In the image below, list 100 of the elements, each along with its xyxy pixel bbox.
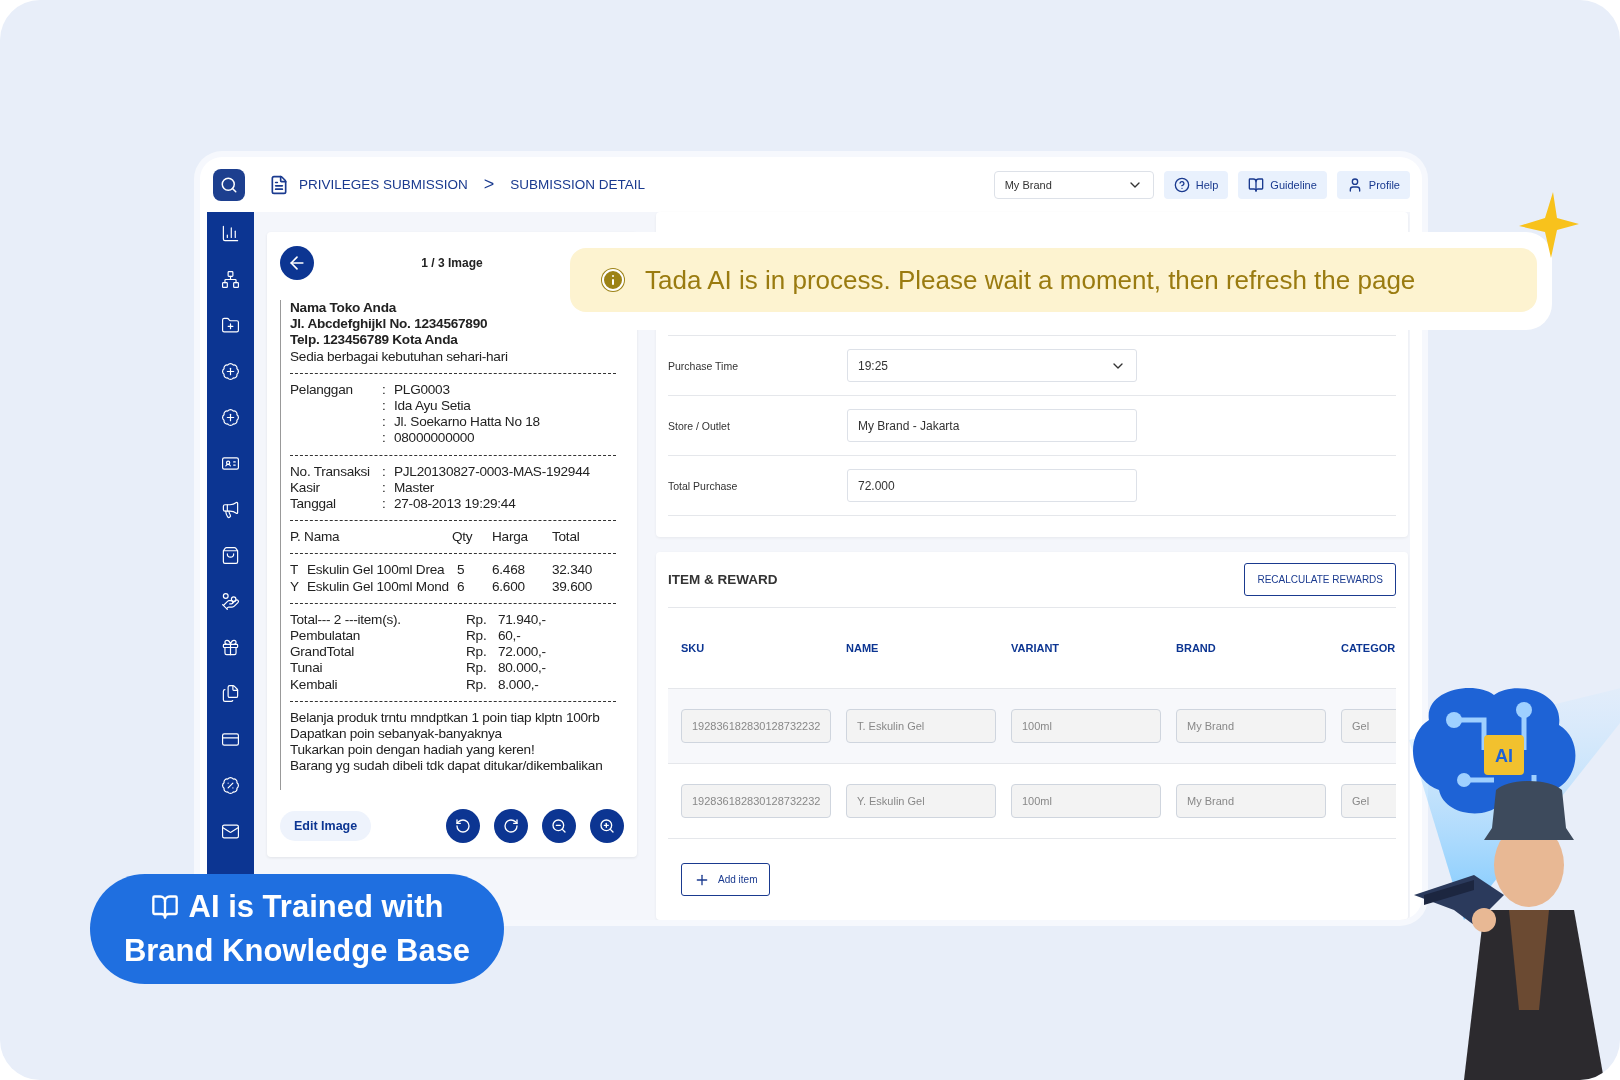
receipt-colon: :	[382, 496, 387, 513]
hierarchy-icon[interactable]	[221, 270, 240, 289]
receipt-line: Sedia berbagai kebutuhan sehari-hari	[290, 348, 509, 365]
receipt-item-text: 6.600	[492, 578, 526, 595]
receipt-currency: Rp.	[466, 611, 488, 629]
recalculate-button[interactable]: RECALCULATE REWARDS	[1244, 563, 1396, 596]
time-select[interactable]: 19:25	[847, 349, 1137, 382]
receipt-label: Tunai	[290, 660, 324, 677]
chip-label: AI	[1495, 746, 1513, 766]
column-heading: BRAND	[1176, 642, 1217, 654]
receipt-line: Dapatkan poin sebanyak-banyaknya	[290, 726, 503, 743]
section-title: ITEM & REWARD	[668, 572, 778, 587]
zoom-in-button[interactable]	[590, 809, 624, 843]
receipt-label: GrandTotal	[290, 644, 355, 661]
receipt-label: Total--- 2 ---item(s).	[290, 611, 402, 629]
receipt-label: Kembali	[290, 676, 339, 693]
column-heading: VARIANT	[1011, 642, 1061, 654]
field-label: Total Purchase	[668, 479, 739, 492]
receipt-column-heading: Qty	[452, 529, 474, 546]
receipt-line: Belanja produk trntu mndptkan 1 poin tiap klptn 100rb	[290, 709, 601, 727]
id-card-icon[interactable]	[221, 454, 240, 473]
sparkle-icon	[1519, 192, 1579, 258]
field-label: Store / Outlet	[668, 419, 731, 432]
receipt-colon: :	[382, 479, 387, 497]
receipt-line: Nama Toko Anda	[290, 300, 398, 317]
receipt-label: Pembulatan	[290, 628, 362, 645]
documents-icon[interactable]	[221, 684, 240, 703]
receipt-column-heading: Harga	[492, 529, 529, 546]
logo-icon[interactable]	[213, 168, 245, 201]
receipt-column-heading: P. Nama	[290, 529, 341, 546]
receipt-amount: 72.000,-	[498, 644, 547, 661]
breadcrumb-link[interactable]: SUBMISSION DETAIL	[510, 177, 646, 192]
rotate-right-icon	[503, 818, 519, 834]
receipt-currency: Rp.	[466, 628, 488, 645]
receipt-value: 08000000000	[394, 430, 476, 447]
receipt-colon: :	[382, 430, 387, 447]
column-heading: CATEGOR	[1341, 642, 1396, 654]
receipt-value: Ida Ayu Setia	[394, 398, 472, 415]
input-field[interactable]: My Brand - Jakarta	[847, 409, 1137, 442]
receipt-column-heading: Total	[552, 529, 581, 546]
mail-icon[interactable]	[221, 822, 240, 841]
field-label: Purchase Time	[668, 359, 740, 372]
receipt-line: Telp. 123456789 Kota Anda	[290, 332, 459, 349]
receipt-value: Master	[394, 479, 436, 497]
receipt-item-text: Y	[290, 578, 300, 595]
receipt-amount: 60,-	[498, 628, 522, 645]
help-button[interactable]: Help	[1163, 170, 1229, 199]
megaphone-icon[interactable]	[221, 500, 240, 519]
receipt-line: Tukarkan poin dengan hadiah yang keren!	[290, 742, 536, 759]
receipt-value: PLG0003	[394, 381, 451, 398]
breadcrumb-link[interactable]: PRIVILEGES SUBMISSION	[299, 177, 468, 192]
rotate-left-button[interactable]	[446, 809, 480, 843]
badge-text: AI is Trained with	[188, 888, 444, 926]
receipt-item-text: 6	[457, 578, 466, 595]
receipt-colon: :	[382, 398, 387, 415]
receipt-label: Tanggal	[290, 496, 337, 513]
book-icon	[150, 893, 179, 921]
receipt-amount: 8.000,-	[498, 676, 540, 693]
back-button[interactable]	[280, 246, 314, 280]
add-item-button[interactable]: Add item	[681, 863, 771, 896]
folder-plus-icon[interactable]	[221, 316, 240, 335]
edit-image-button[interactable]: Edit Image	[280, 811, 372, 841]
image-counter: 1 / 3 Image	[420, 256, 484, 270]
receipt-colon: :	[382, 381, 387, 398]
rotate-right-button[interactable]	[494, 809, 528, 843]
gift-card-icon[interactable]	[221, 638, 240, 657]
profile-button[interactable]: Profile	[1336, 170, 1410, 199]
receipt-item-text: 32.340	[552, 562, 594, 579]
discount-icon[interactable]	[221, 776, 240, 795]
receipt-value: 27-08-2013 19:29:44	[394, 496, 517, 513]
receipt-currency: Rp.	[466, 644, 488, 661]
receipt-currency: Rp.	[466, 676, 488, 693]
receipt-line: Jl. Abcdefghijkl No. 1234567890	[290, 316, 489, 333]
guideline-button[interactable]: Guideline	[1238, 170, 1327, 199]
chart-icon[interactable]	[221, 224, 240, 243]
column-heading: SKU	[681, 642, 706, 654]
receipt-amount: 80.000,-	[498, 660, 547, 677]
receipt-currency: Rp.	[466, 660, 488, 677]
brand-select[interactable]: My Brand	[993, 170, 1154, 199]
document-icon	[269, 174, 289, 195]
receipt-colon: :	[382, 414, 387, 431]
hand-coins-icon[interactable]	[221, 592, 240, 611]
bag-icon[interactable]	[221, 546, 240, 565]
receipt-item-text: Eskulin Gel 100ml Mond	[307, 578, 450, 595]
input-field[interactable]: 72.000	[847, 469, 1137, 502]
receipt-value: Jl. Soekarno Hatta No 18	[394, 414, 541, 431]
breadcrumb-separator: >	[483, 174, 495, 195]
receipt-item-text: Eskulin Gel 100ml Drea	[307, 562, 446, 579]
receipt-item-text: T	[290, 562, 300, 579]
zoom-out-button[interactable]	[542, 809, 576, 843]
book-icon	[1248, 176, 1265, 193]
receipt-item-text: 6.468	[492, 562, 526, 579]
receipt-amount: 71.940,-	[498, 611, 547, 629]
receipt-item-text: 39.600	[552, 578, 594, 595]
receipt-colon: :	[382, 463, 387, 480]
help-icon	[1173, 176, 1190, 193]
zoom-out-icon	[551, 818, 567, 834]
card-icon[interactable]	[221, 730, 240, 749]
alert-message: Tada AI is in process. Please wait a moment, then refresh the page	[645, 264, 1416, 296]
receipt-label: Kasir	[290, 479, 321, 497]
